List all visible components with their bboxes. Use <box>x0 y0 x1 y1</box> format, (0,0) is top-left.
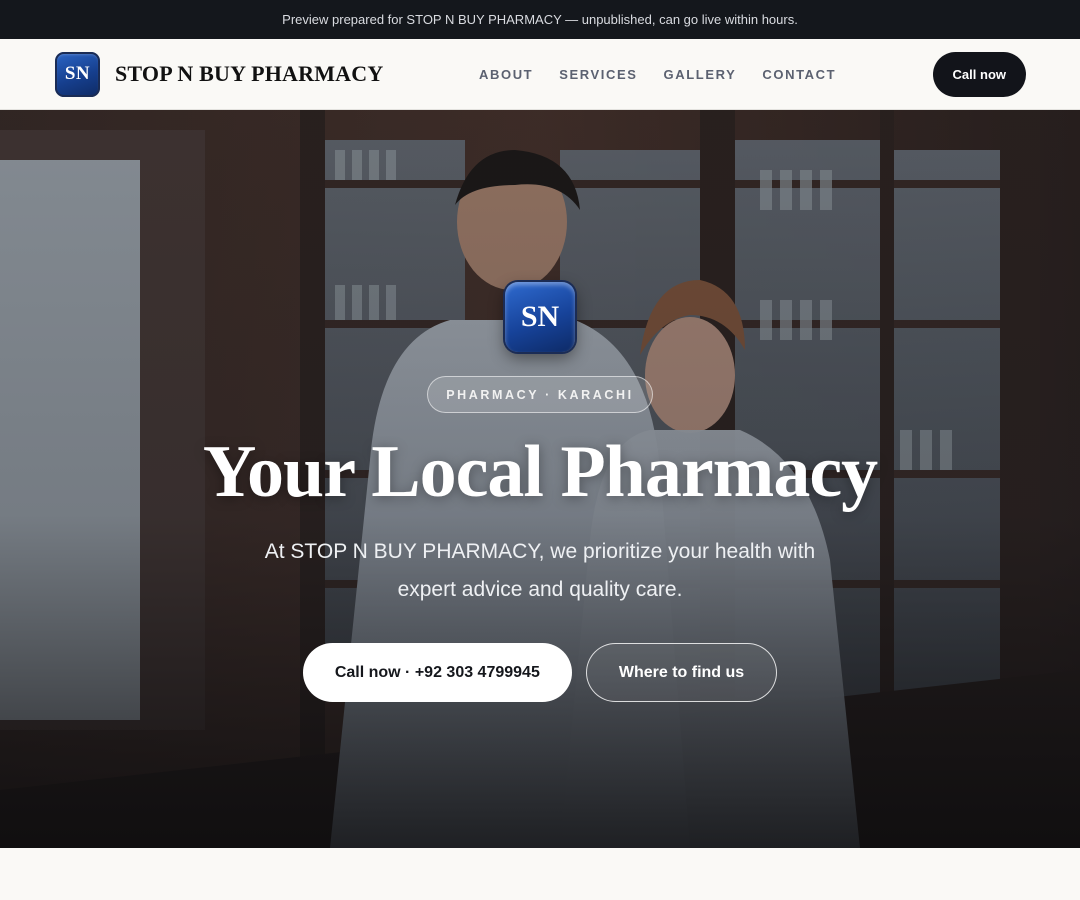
call-phone-button[interactable]: Call now · +92 303 4799945 <box>302 643 572 702</box>
hero-subtitle: At STOP N BUY PHARMACY, we prioritize yo… <box>264 540 816 601</box>
preview-banner-text: Preview prepared for STOP N BUY PHARMACY… <box>282 12 798 27</box>
location-badge: PHARMACY · KARACHI <box>427 376 653 413</box>
brand-logo: SN <box>55 51 100 97</box>
brand[interactable]: SN STOP N BUY PHARMACY <box>55 51 384 97</box>
hero-logo: SN <box>505 282 575 352</box>
call-now-button[interactable]: Call now <box>932 51 1026 97</box>
main-nav: ABOUT SERVICES GALLERY CONTACT <box>479 39 836 110</box>
nav-item-about[interactable]: ABOUT <box>479 67 533 82</box>
find-us-button[interactable]: Where to find us <box>585 643 778 702</box>
hero-section: SN PHARMACY · KARACHI Your Local Pharmac… <box>0 110 1080 848</box>
hero-actions: Call now · +92 303 4799945 Where to find… <box>302 643 778 702</box>
brand-name: STOP N BUY PHARMACY <box>115 61 384 86</box>
preview-banner: Preview prepared for STOP N BUY PHARMACY… <box>0 0 1080 39</box>
hero-content: SN PHARMACY · KARACHI Your Local Pharmac… <box>0 110 1080 702</box>
nav-item-services[interactable]: SERVICES <box>559 67 637 82</box>
nav-item-gallery[interactable]: GALLERY <box>664 67 737 82</box>
hero-title: Your Local Pharmacy <box>202 431 878 513</box>
nav-item-contact[interactable]: CONTACT <box>762 67 836 82</box>
site-header: SN STOP N BUY PHARMACY ABOUT SERVICES GA… <box>0 39 1080 110</box>
